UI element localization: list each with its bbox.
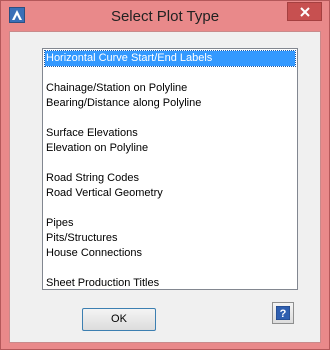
title-bar[interactable]: Select Plot Type: [1, 1, 329, 31]
plot-type-listbox[interactable]: Horizontal Curve Start/End Labels Chaina…: [42, 48, 298, 290]
dialog-window: Select Plot Type Horizontal Curve Start/…: [0, 0, 330, 350]
dialog-client-area: Horizontal Curve Start/End Labels Chaina…: [9, 31, 321, 343]
list-item[interactable]: Chainage/Station on Polyline: [45, 81, 295, 96]
list-item[interactable]: Road String Codes: [45, 171, 295, 186]
list-item[interactable]: Horizontal Curve Start/End Labels: [44, 50, 296, 67]
window-title: Select Plot Type: [110, 8, 220, 25]
list-item[interactable]: Pipes: [45, 216, 295, 231]
ok-button[interactable]: OK: [82, 308, 156, 331]
list-item[interactable]: Pits/Structures: [45, 231, 295, 246]
list-item[interactable]: Bearing/Distance along Polyline: [45, 96, 295, 111]
list-item[interactable]: Road Vertical Geometry: [45, 186, 295, 201]
list-item[interactable]: Surface Elevations: [45, 126, 295, 141]
help-glyph: ?: [280, 308, 287, 320]
list-item[interactable]: House Connections: [45, 246, 295, 261]
help-question-icon: ?: [276, 306, 290, 320]
close-button[interactable]: [287, 2, 322, 21]
help-button[interactable]: ?: [272, 302, 294, 324]
list-item[interactable]: Sheet Production Titles: [45, 276, 295, 289]
list-item[interactable]: Elevation on Polyline: [45, 141, 295, 156]
close-icon: [300, 7, 310, 17]
